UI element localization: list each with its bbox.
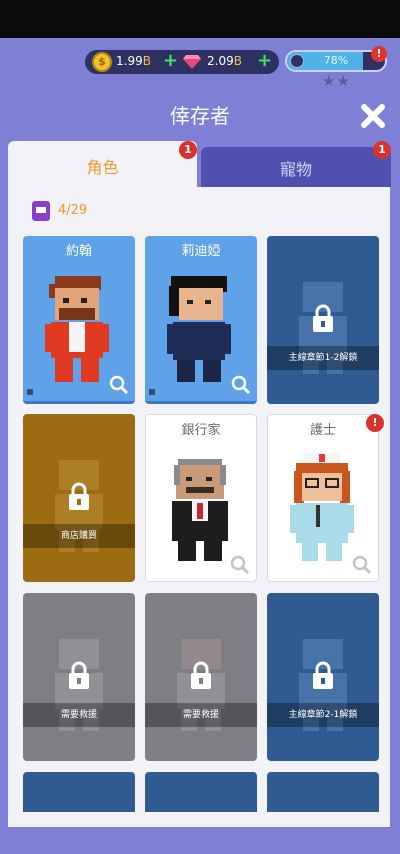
unlock-condition: 商店購買	[23, 524, 135, 548]
rating-stars: ★★	[322, 72, 351, 90]
character-name: 銀行家	[181, 423, 221, 438]
page-title: 倖存者	[170, 104, 230, 128]
card-corner-marker	[27, 389, 33, 395]
tab-characters-badge: 1	[179, 141, 197, 159]
character-count-icon	[32, 201, 50, 221]
character-card-lydia[interactable]: 莉迪婭	[145, 236, 257, 404]
character-card-partial[interactable]	[145, 772, 257, 812]
tab-characters-label: 角色	[86, 158, 119, 177]
tab-pets[interactable]: 寵物	[201, 147, 391, 187]
character-name: 莉迪婭	[181, 244, 221, 259]
character-card-partial[interactable]	[267, 772, 379, 812]
character-count: 4/29	[58, 203, 88, 218]
magnify-icon[interactable]	[352, 555, 372, 575]
lock-icon	[69, 482, 89, 510]
john-sprite-icon	[45, 276, 109, 382]
unlock-condition: 需要救援	[23, 703, 135, 727]
magnify-icon[interactable]	[231, 375, 251, 395]
card-corner-marker	[149, 389, 155, 395]
coin-icon: $	[92, 52, 112, 72]
currency-bar: $ 1.99B + 2.09B +	[85, 50, 279, 74]
add-gems-button[interactable]: +	[257, 51, 272, 71]
character-card-locked[interactable]: 商店購買	[23, 414, 135, 582]
lock-icon	[313, 661, 333, 689]
unlock-condition: 主線章節1-2解鎖	[267, 346, 379, 370]
character-name: 約翰	[65, 244, 92, 259]
tab-pets-label: 寵物	[279, 160, 312, 179]
lydia-sprite-icon	[167, 276, 231, 382]
lock-icon	[69, 661, 89, 689]
close-icon[interactable]	[360, 103, 386, 129]
magnify-icon[interactable]	[230, 555, 250, 575]
character-panel: 4/29 約翰 莉迪婭 主線章節1-2解鎖 商店購買 銀行家 護士 ! 需要救援…	[8, 187, 390, 827]
nurse-sprite-icon	[290, 453, 354, 561]
gem-icon	[183, 55, 201, 69]
character-card-locked[interactable]: 主線章節2-1解鎖	[267, 593, 379, 761]
magnify-icon[interactable]	[109, 375, 129, 395]
unlock-condition: 需要救援	[145, 703, 257, 727]
character-card-locked[interactable]: 需要救援	[23, 593, 135, 761]
gems-amount: 2.09B	[207, 54, 242, 68]
banker-sprite-icon	[172, 459, 228, 561]
system-status-bar	[0, 0, 400, 38]
nurse-alert-badge: !	[366, 414, 384, 432]
character-card-banker[interactable]: 銀行家	[145, 414, 257, 582]
tab-pets-badge: 1	[373, 141, 391, 159]
lock-icon	[191, 661, 211, 689]
character-card-locked[interactable]: 主線章節1-2解鎖	[267, 236, 379, 404]
unlock-condition: 主線章節2-1解鎖	[267, 703, 379, 727]
character-card-locked[interactable]: 需要救援	[145, 593, 257, 761]
tab-characters[interactable]: 角色	[8, 141, 197, 189]
add-coins-button[interactable]: +	[163, 51, 178, 71]
lock-icon	[313, 304, 333, 332]
character-card-partial[interactable]	[23, 772, 135, 812]
character-card-john[interactable]: 約翰	[23, 236, 135, 404]
energy-alert-badge: !	[371, 46, 387, 62]
character-card-nurse[interactable]: 護士	[267, 414, 379, 582]
coins-amount: 1.99B	[116, 54, 151, 68]
character-name: 護士	[309, 423, 336, 438]
